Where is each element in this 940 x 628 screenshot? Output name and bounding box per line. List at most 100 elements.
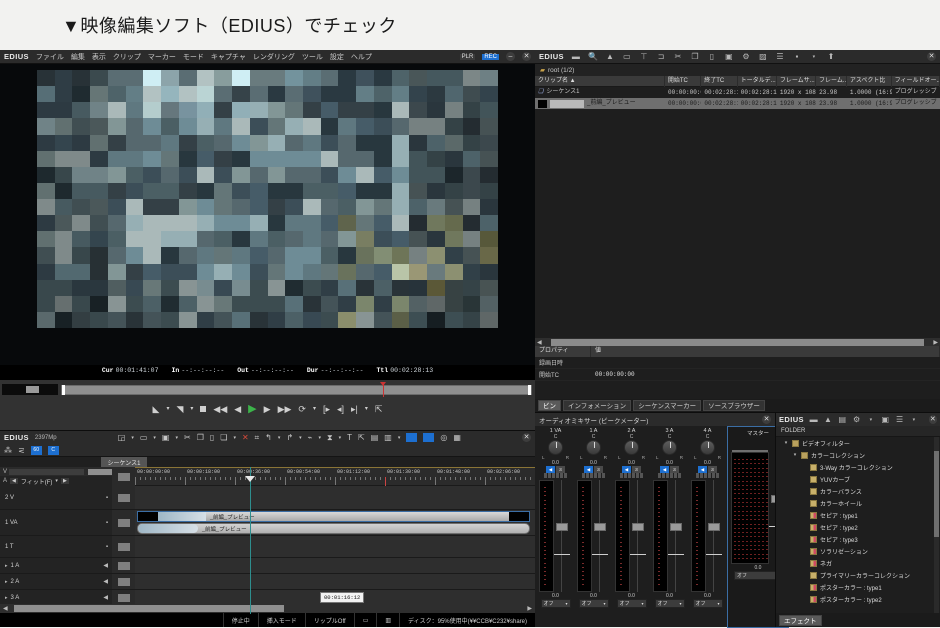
tab-sequence-marker[interactable]: シーケンスマーカー <box>633 400 702 411</box>
track-header[interactable]: 2 V ▪ <box>0 486 112 509</box>
pan-knob[interactable] <box>548 440 563 455</box>
timeline-ruler[interactable]: 00:00:00:00 00:00:18:00 00:00:36:00 00:00:5… <box>135 467 535 486</box>
clip-dropdown-icon[interactable]: ▾ <box>131 435 134 441</box>
save-dropdown-icon[interactable]: ▾ <box>175 435 178 441</box>
playhead-marker[interactable] <box>385 477 386 486</box>
scroll-left-icon[interactable]: ◀ <box>535 339 544 346</box>
thumbnail-view-icon[interactable]: ▪ <box>792 52 802 62</box>
patch-icon[interactable] <box>117 542 130 551</box>
goto-icon[interactable]: ▸| <box>351 404 358 414</box>
player-mode-rec-button[interactable]: REC <box>482 53 499 60</box>
expand-icon[interactable]: ▸ <box>5 579 8 585</box>
folder-icon[interactable]: ▬ <box>571 52 581 62</box>
channel-fader-area[interactable] <box>577 480 610 592</box>
solo-button[interactable]: S <box>670 466 679 473</box>
column-start-tc[interactable]: 開始TC <box>665 75 702 87</box>
track-patch[interactable] <box>112 510 135 535</box>
menu-item-settings[interactable]: 設定 <box>330 52 344 62</box>
channel-mode-dropdown[interactable]: オフ ▾ <box>578 599 609 608</box>
up-icon[interactable]: ▲ <box>823 415 832 425</box>
match-dropdown-icon[interactable]: ▾ <box>398 435 401 441</box>
pan-knob[interactable] <box>700 440 715 455</box>
search-icon[interactable]: 🔍 <box>588 52 598 62</box>
scrollbar-thumb[interactable] <box>550 338 925 346</box>
menu-item-rendering[interactable]: レンダリング <box>253 52 295 62</box>
properties-row[interactable]: 録画日時 <box>535 357 940 369</box>
tab-information[interactable]: インフォメーション <box>563 400 632 411</box>
redo-dropdown-icon[interactable]: ▾ <box>299 435 302 441</box>
track-patch[interactable] <box>112 558 135 573</box>
mark-in-icon[interactable]: ◣ <box>153 404 160 414</box>
list-item[interactable]: セピア : type3 <box>776 533 940 545</box>
channel-mode-dropdown[interactable]: オフ ▾ <box>692 599 723 608</box>
group-icon[interactable]: ▦ <box>453 433 461 442</box>
loop-icon[interactable]: ⟳ <box>298 404 306 414</box>
channel-fader-knob[interactable] <box>594 523 606 531</box>
player-video-preview[interactable] <box>0 64 535 365</box>
set-in-icon[interactable]: [▸ <box>323 404 330 414</box>
tab-bin[interactable]: ビン <box>538 400 561 411</box>
patch-icon[interactable] <box>117 593 130 602</box>
scroll-right-icon[interactable]: ▶ <box>524 605 535 612</box>
menu-item-capture[interactable]: キャプチャ <box>211 52 246 62</box>
step-back-icon[interactable]: ◀ <box>234 404 241 414</box>
cut-icon[interactable]: ✂ <box>673 52 683 62</box>
pan-knob[interactable] <box>624 440 639 455</box>
transition-icon[interactable]: ⧗ <box>327 433 333 443</box>
play-icon[interactable]: ▶ <box>248 403 256 415</box>
export-icon[interactable]: ⇱ <box>358 433 365 442</box>
mark-in-dropdown-icon[interactable]: ▾ <box>166 406 169 412</box>
track-patch[interactable] <box>112 536 135 557</box>
bin-export-icon[interactable]: ⬆ <box>826 52 836 62</box>
track-mute-icon[interactable]: ▪ <box>106 520 108 526</box>
zoom-fit-label[interactable]: フィット(F) <box>21 477 53 486</box>
channel-fader-track[interactable] <box>630 480 646 592</box>
ripple-delete-icon[interactable]: ⌗ <box>255 433 260 443</box>
menu-item-view[interactable]: 表示 <box>92 52 106 62</box>
title-icon[interactable]: T <box>347 433 352 442</box>
delete-icon[interactable]: ▣ <box>724 52 734 62</box>
solo-button[interactable]: S <box>556 466 565 473</box>
copy-icon[interactable]: ❐ <box>197 433 204 442</box>
channel-fader-knob[interactable] <box>556 523 568 531</box>
column-end-tc[interactable]: 終了TC <box>701 75 738 87</box>
bin-close-icon[interactable]: ✕ <box>927 52 936 61</box>
transition-dropdown-icon[interactable]: ▾ <box>339 435 342 441</box>
patch-icon[interactable] <box>117 561 130 570</box>
up-icon[interactable]: ▲ <box>605 52 615 62</box>
step-forward-icon[interactable]: ▶ <box>264 404 271 414</box>
track-header[interactable]: 1 VA ▪ <box>0 510 112 535</box>
column-total-duration[interactable]: トータルデ... <box>738 75 777 87</box>
track-lane[interactable] <box>135 574 535 589</box>
clip-icon[interactable]: ◲ <box>118 433 126 442</box>
player-mode-plr-button[interactable]: PLR <box>459 53 476 60</box>
patch-icon[interactable] <box>117 577 130 586</box>
effects-tree-list[interactable]: ▾ ビデオフィルター ▾ カラーコレクション 3-Way カラーコレクション YUVカーブ… <box>776 437 940 613</box>
list-item[interactable]: ▾ ビデオフィルター <box>776 437 940 449</box>
save-icon[interactable]: ▣ <box>162 433 170 442</box>
list-item[interactable]: ポスターカラー : type2 <box>776 593 940 605</box>
list-item[interactable]: プライマリーカラーコレクション <box>776 569 940 581</box>
replace-icon[interactable]: ❏ <box>220 433 227 442</box>
settings-icon[interactable]: ⚙ <box>852 415 861 425</box>
list-item[interactable]: YUVカーブ <box>776 473 940 485</box>
mute-button[interactable]: ◀ <box>698 466 707 473</box>
track-patch[interactable] <box>112 590 135 605</box>
channel-mode-dropdown[interactable]: オフ ▾ <box>654 599 685 608</box>
open-icon[interactable]: ▭ <box>140 433 148 442</box>
menu-item-edit[interactable]: 編集 <box>71 52 85 62</box>
list-item[interactable]: ▾ カラーコレクション <box>776 449 940 461</box>
track-mute-icon[interactable]: ◀ <box>103 594 108 601</box>
set-out-icon[interactable]: ◂] <box>337 404 344 414</box>
column-aspect-ratio[interactable]: アスペクト比 <box>847 75 892 87</box>
mute-button[interactable]: ◀ <box>584 466 593 473</box>
timeline-horizontal-scrollbar[interactable]: ◀ ▶ <box>0 604 535 613</box>
tab-effects[interactable]: エフェクト <box>779 614 822 626</box>
export-icon[interactable]: ⇱ <box>375 404 383 414</box>
mixer-close-icon[interactable]: ✕ <box>762 415 771 424</box>
bin-horizontal-scrollbar[interactable]: ◀ ▶ <box>535 338 940 346</box>
goto-dropdown-icon[interactable]: ▾ <box>365 406 368 412</box>
scroll-right-icon[interactable]: ▶ <box>931 339 940 346</box>
chevron-down-icon[interactable]: ▾ <box>866 415 875 425</box>
track-header[interactable]: 1 T ▪ <box>0 536 112 557</box>
